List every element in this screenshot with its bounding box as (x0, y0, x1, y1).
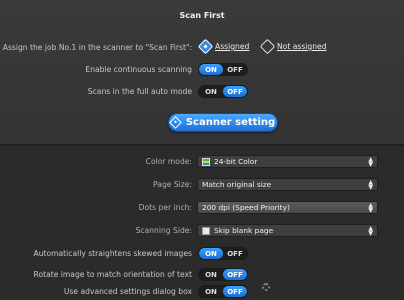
scanning-side-label: Scanning Side: (135, 226, 192, 235)
toggle-on[interactable]: ON (199, 286, 223, 297)
toggle-off[interactable]: OFF (223, 86, 247, 97)
select-arrows-icon: ▲ ▼ (368, 202, 373, 214)
diamond-icon (168, 116, 182, 129)
dpi-value: 200 dpi (Speed Priority) (202, 203, 290, 212)
straighten-label: Automatically straightens skewed images (33, 249, 193, 258)
radio-assigned[interactable]: Assigned (197, 38, 250, 55)
dpi-select[interactable]: 200 dpi (Speed Priority) ▲ ▼ (197, 201, 378, 214)
page-title: Scan First (179, 11, 225, 20)
radio-assigned-label: Assigned (215, 42, 250, 51)
page-icon (202, 226, 210, 235)
radio-unselected-icon (259, 38, 276, 55)
radio-not-assigned-label: Not assigned (277, 42, 327, 51)
job-assign-label: Assign the job No.1 in the scanner to "S… (2, 43, 192, 52)
color-mode-select[interactable]: 24-bit Color ▲ ▼ (197, 155, 378, 168)
radio-selected-icon (197, 38, 214, 55)
full-auto-toggle[interactable]: ON OFF (198, 85, 248, 98)
toggle-on[interactable]: ON (199, 248, 223, 259)
rotate-label: Rotate image to match orientation of tex… (33, 270, 192, 279)
advanced-label: Use advanced settings dialog box (63, 287, 192, 296)
straighten-toggle[interactable]: ON OFF (198, 247, 248, 260)
page-size-select[interactable]: Match original size ▲ ▼ (197, 178, 378, 191)
continuous-scanning-label: Enable continuous scanning (85, 65, 192, 74)
toggle-on[interactable]: ON (199, 86, 223, 97)
scanner-setting-button[interactable]: Scanner setting (168, 113, 278, 132)
scanning-side-select[interactable]: Skip blank page ▲ ▼ (197, 224, 378, 237)
page-size-value: Match original size (202, 180, 272, 189)
toggle-off[interactable]: OFF (223, 269, 247, 280)
dpi-label: Dots per inch: (138, 203, 192, 212)
advanced-toggle[interactable]: ON OFF (198, 285, 248, 298)
select-arrows-icon: ▲ ▼ (368, 156, 373, 168)
radio-not-assigned[interactable]: Not assigned (259, 38, 327, 55)
scanning-side-value: Skip blank page (214, 226, 274, 235)
rotate-toggle[interactable]: ON OFF (198, 268, 248, 281)
toggle-on[interactable]: ON (199, 269, 223, 280)
full-auto-label: Scans in the full auto mode (87, 87, 192, 96)
toggle-off[interactable]: OFF (223, 248, 247, 259)
toggle-on[interactable]: ON (199, 64, 223, 75)
select-arrows-icon: ▲ ▼ (368, 179, 373, 191)
toggle-off[interactable]: OFF (223, 286, 247, 297)
color-mode-label: Color mode: (145, 157, 192, 166)
toggle-off[interactable]: OFF (223, 64, 247, 75)
color-icon (202, 157, 210, 166)
gear-icon[interactable] (262, 283, 270, 291)
continuous-scanning-toggle[interactable]: ON OFF (198, 63, 248, 76)
color-mode-value: 24-bit Color (214, 157, 258, 166)
page-size-label: Page Size: (153, 180, 192, 189)
select-arrows-icon: ▲ ▼ (368, 225, 373, 237)
scanner-setting-label: Scanner setting (185, 117, 276, 128)
